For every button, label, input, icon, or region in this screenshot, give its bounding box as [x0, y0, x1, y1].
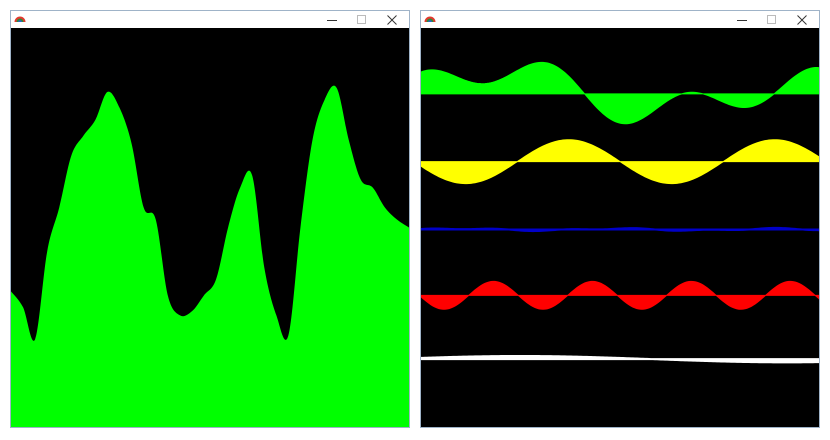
title-bar[interactable]	[421, 11, 819, 28]
maximize-button[interactable]	[347, 11, 377, 28]
minimize-icon	[327, 19, 337, 21]
maximize-icon	[767, 14, 776, 24]
white-wave	[421, 354, 819, 364]
green-area-plot	[11, 85, 409, 427]
title-bar[interactable]	[11, 11, 409, 28]
minimize-button[interactable]	[727, 11, 757, 28]
wave-bands-plot	[421, 61, 819, 364]
green-wave	[421, 61, 819, 125]
client-area	[421, 28, 819, 427]
close-icon	[797, 14, 807, 25]
left-window	[10, 10, 410, 428]
close-button[interactable]	[377, 11, 407, 28]
minimize-icon	[737, 19, 747, 21]
maximize-icon	[357, 14, 366, 24]
right-window	[420, 10, 820, 428]
yellow-wave	[421, 139, 819, 185]
red-wave	[421, 280, 819, 310]
minimize-button[interactable]	[317, 11, 347, 28]
close-icon	[387, 14, 397, 25]
app-icon	[14, 16, 26, 22]
blue-wave	[421, 226, 819, 233]
app-icon	[424, 16, 436, 22]
maximize-button[interactable]	[757, 11, 787, 28]
close-button[interactable]	[787, 11, 817, 28]
green-area	[11, 85, 409, 427]
client-area	[11, 28, 409, 427]
